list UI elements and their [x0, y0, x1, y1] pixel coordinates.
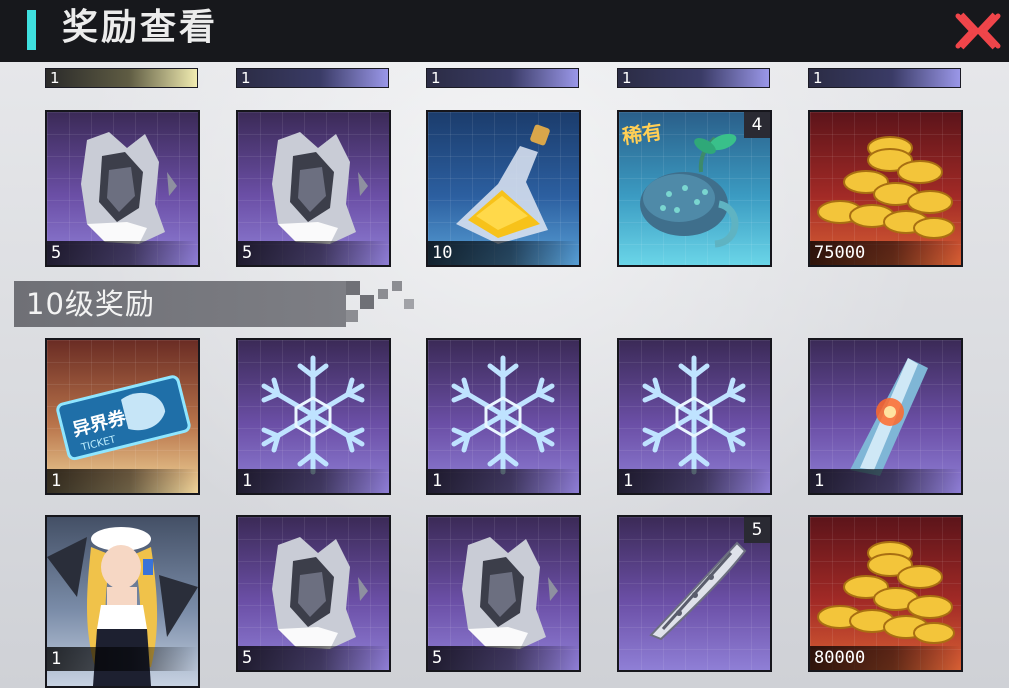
- item-count-bar: [617, 68, 770, 88]
- count-bar: [238, 646, 389, 670]
- list-item[interactable]: 1: [808, 68, 961, 88]
- reward-item[interactable]: 1: [426, 338, 581, 495]
- decor-pixel: [346, 310, 358, 322]
- count-bar: [47, 469, 198, 493]
- rare-badge: 稀有: [620, 119, 664, 149]
- section-label: 10级奖励: [26, 287, 155, 321]
- count-bar: [47, 647, 198, 671]
- reward-item[interactable]: 1: [617, 338, 772, 495]
- item-count-bar: [45, 68, 198, 88]
- item-count: 10: [432, 243, 453, 263]
- reward-item[interactable]: 75000: [808, 110, 963, 267]
- item-count-bar: [808, 68, 961, 88]
- item-count-bar: [426, 68, 579, 88]
- decor-pixel: [404, 299, 414, 309]
- section-header: 10级奖励: [14, 281, 346, 327]
- item-count: 1: [431, 69, 441, 87]
- count-bar: [238, 469, 389, 493]
- item-count: 1: [432, 471, 443, 491]
- count-bar: [428, 646, 579, 670]
- reward-item[interactable]: 5: [426, 515, 581, 672]
- count-bar: [238, 241, 389, 265]
- count-bar: [810, 469, 961, 493]
- item-count: 5: [51, 243, 62, 263]
- reward-item[interactable]: 1: [45, 515, 200, 688]
- item-count: 1: [241, 69, 251, 87]
- item-count: 1: [51, 649, 62, 669]
- reward-item[interactable]: 1: [808, 338, 963, 495]
- reward-item[interactable]: 5: [617, 515, 772, 672]
- title-accent-bar: [27, 10, 36, 50]
- corner-count: 5: [744, 517, 770, 543]
- decor-pixel: [378, 289, 388, 299]
- list-item[interactable]: 1: [426, 68, 579, 88]
- reward-item[interactable]: 5: [236, 110, 391, 267]
- count-bar: [619, 469, 770, 493]
- item-count: 1: [623, 471, 634, 491]
- item-count: 1: [242, 471, 253, 491]
- close-icon[interactable]: [952, 6, 1004, 56]
- reward-item[interactable]: 5: [45, 110, 200, 267]
- item-count: 1: [622, 69, 632, 87]
- reward-item[interactable]: 异界券 TICKET 1: [45, 338, 200, 495]
- reward-item[interactable]: 10: [426, 110, 581, 267]
- count-bar: [428, 469, 579, 493]
- decor-pixel: [346, 281, 360, 295]
- count-bar: [47, 241, 198, 265]
- item-count: 5: [242, 243, 253, 263]
- item-count: 1: [51, 471, 62, 491]
- item-count-bar: [236, 68, 389, 88]
- list-item[interactable]: 1: [617, 68, 770, 88]
- decor-pixel: [392, 281, 402, 291]
- dialog-header: 奖励查看: [0, 0, 1009, 62]
- reward-item[interactable]: 5: [236, 515, 391, 672]
- item-count: 1: [50, 69, 60, 87]
- dialog-title: 奖励查看: [62, 7, 219, 48]
- decor-pixel: [360, 295, 374, 309]
- item-count: 5: [432, 648, 443, 668]
- item-count: 75000: [814, 243, 866, 263]
- reward-item[interactable]: 1: [236, 338, 391, 495]
- corner-count: 4: [744, 112, 770, 138]
- item-count: 80000: [814, 648, 866, 668]
- reward-item[interactable]: 稀有 4: [617, 110, 772, 267]
- item-count: 1: [813, 69, 823, 87]
- list-item[interactable]: 1: [45, 68, 198, 88]
- list-item[interactable]: 1: [236, 68, 389, 88]
- item-count: 5: [242, 648, 253, 668]
- reward-item[interactable]: 80000: [808, 515, 963, 672]
- item-count: 1: [814, 471, 825, 491]
